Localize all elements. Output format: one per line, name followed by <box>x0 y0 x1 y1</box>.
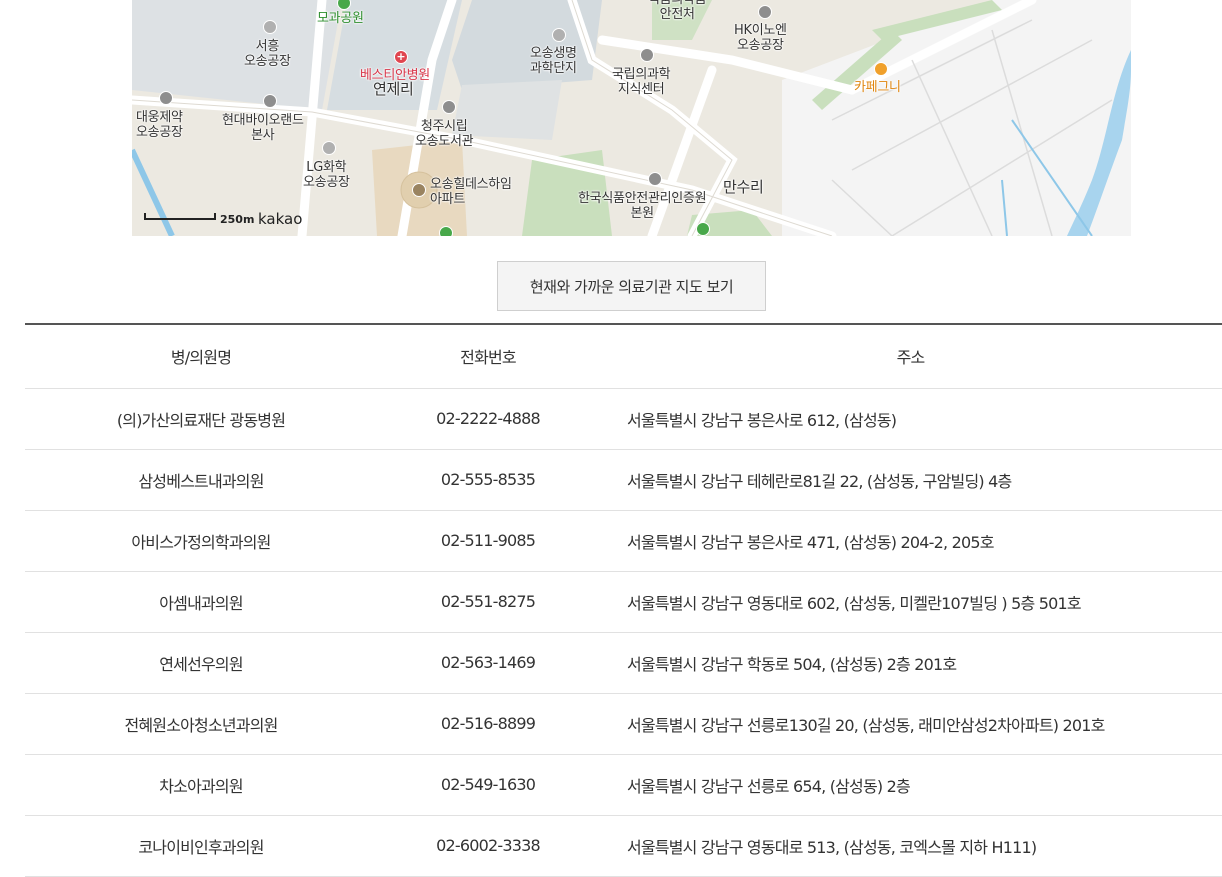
map-label-park: 모과공원 <box>317 11 364 26</box>
factory-icon[interactable] <box>159 91 173 105</box>
table-row[interactable]: 아셈내과의원 02-551-8275 서울특별시 강남구 영동대로 602, (… <box>25 571 1222 633</box>
hospital-address: 서울특별시 강남구 테헤란로81길 22, (삼성동, 구암빌딩) 4층 <box>599 449 1222 511</box>
map-view[interactable]: + 모과공원 서흥 오송공장 베스티안병원 연제리 오송생명 과학단지 국립의과… <box>132 0 1131 236</box>
map-label-factory: 서흥 오송공장 <box>244 39 291 69</box>
poi-icon[interactable] <box>322 141 336 155</box>
hospital-phone: 02-563-1469 <box>377 632 599 694</box>
map-label-library: 청주시립 오송도서관 <box>415 119 474 149</box>
map-label-district: 연제리 <box>373 80 414 98</box>
hospital-address: 서울특별시 강남구 봉은사로 612, (삼성동) <box>599 388 1222 450</box>
cafe-icon[interactable] <box>874 62 888 76</box>
table-header-row: 병/의원명 전화번호 주소 <box>25 324 1222 389</box>
hospital-phone: 02-549-1630 <box>377 754 599 816</box>
column-header-phone: 전화번호 <box>377 324 599 389</box>
hospital-address: 서울특별시 강남구 봉은사로 471, (삼성동) 204-2, 205호 <box>599 510 1222 572</box>
factory-icon[interactable] <box>263 20 277 34</box>
hospital-name[interactable]: 아비스가정의학과의원 <box>25 510 377 572</box>
hospital-name[interactable]: 아셈내과의원 <box>25 571 377 633</box>
map-label-factory: 현대바이오랜드 본사 <box>222 113 304 143</box>
map-label-apartment: 오송힐데스하임 아파트 <box>430 177 512 207</box>
map-brand-logo: kakao <box>258 210 303 228</box>
park-icon[interactable] <box>439 226 453 236</box>
hospital-address: 서울특별시 강남구 선릉로130길 20, (삼성동, 래미안삼성2차아파트) … <box>599 693 1222 755</box>
hospital-phone: 02-6002-3338 <box>377 815 599 877</box>
hospital-address: 서울특별시 강남구 선릉로 654, (삼성동) 2층 <box>599 754 1222 816</box>
map-scale-bar <box>144 213 216 220</box>
library-icon[interactable] <box>442 100 456 114</box>
hospital-name[interactable]: (의)가산의료재단 광동병원 <box>25 388 377 450</box>
table-row[interactable]: 아비스가정의학과의원 02-511-9085 서울특별시 강남구 봉은사로 47… <box>25 510 1222 572</box>
column-header-name: 병/의원명 <box>25 324 377 389</box>
hospital-phone: 02-511-9085 <box>377 510 599 572</box>
map-scale-label: 250m <box>220 213 255 226</box>
hospital-phone: 02-551-8275 <box>377 571 599 633</box>
table-row[interactable]: 삼성베스트내과의원 02-555-8535 서울특별시 강남구 테헤란로81길 … <box>25 449 1222 511</box>
hospital-name[interactable]: 연세선우의원 <box>25 632 377 694</box>
map-label-ministry: 식품의약품 안전처 <box>648 0 707 22</box>
hospital-address: 서울특별시 강남구 영동대로 602, (삼성동, 미켈란107빌딩 ) 5층 … <box>599 571 1222 633</box>
hospital-table: 병/의원명 전화번호 주소 (의)가산의료재단 광동병원 02-2222-488… <box>25 323 1222 877</box>
map-label-institute: 한국식품안전관리인증원 본원 <box>578 191 707 221</box>
hospital-phone: 02-555-8535 <box>377 449 599 511</box>
table-row[interactable]: 전혜원소아청소년과의원 02-516-8899 서울특별시 강남구 선릉로130… <box>25 693 1222 755</box>
map-label-factory: HK이노엔 오송공장 <box>734 23 787 53</box>
map-label-bio-complex: 오송생명 과학단지 <box>530 46 577 76</box>
hospital-phone: 02-2222-4888 <box>377 388 599 450</box>
map-label-factory: 대웅제약 오송공장 <box>136 110 183 140</box>
table-row[interactable]: 코나이비인후과의원 02-6002-3338 서울특별시 강남구 영동대로 51… <box>25 815 1222 877</box>
map-label-cafe: 카페그니 <box>854 80 901 95</box>
hospital-phone: 02-516-8899 <box>377 693 599 755</box>
hospital-name[interactable]: 차소아과의원 <box>25 754 377 816</box>
apartment-icon[interactable] <box>412 183 426 197</box>
hospital-address: 서울특별시 강남구 학동로 504, (삼성동) 2층 201호 <box>599 632 1222 694</box>
factory-icon[interactable] <box>263 94 277 108</box>
table-row[interactable]: 차소아과의원 02-549-1630 서울특별시 강남구 선릉로 654, (삼… <box>25 754 1222 816</box>
hospital-icon[interactable]: + <box>394 50 408 64</box>
poi-icon[interactable] <box>552 28 566 42</box>
hospital-address: 서울특별시 강남구 영동대로 513, (삼성동, 코엑스몰 지하 H111) <box>599 815 1222 877</box>
map-label-factory: LG화학 오송공장 <box>303 160 350 190</box>
column-header-address: 주소 <box>599 324 1222 389</box>
hospital-name[interactable]: 전혜원소아청소년과의원 <box>25 693 377 755</box>
map-label-knowledge-center: 국립의과학 지식센터 <box>612 67 671 97</box>
hospital-name[interactable]: 삼성베스트내과의원 <box>25 449 377 511</box>
table-row[interactable]: 연세선우의원 02-563-1469 서울특별시 강남구 학동로 504, (삼… <box>25 632 1222 694</box>
map-label-district: 만수리 <box>723 178 764 196</box>
table-row[interactable]: (의)가산의료재단 광동병원 02-2222-4888 서울특별시 강남구 봉은… <box>25 388 1222 450</box>
building-icon[interactable] <box>648 172 662 186</box>
nearby-hospitals-map-button[interactable]: 현재와 가까운 의료기관 지도 보기 <box>497 261 766 311</box>
factory-icon[interactable] <box>758 5 772 19</box>
park-icon[interactable] <box>696 222 710 236</box>
building-icon[interactable] <box>640 48 654 62</box>
hospital-name[interactable]: 코나이비인후과의원 <box>25 815 377 877</box>
